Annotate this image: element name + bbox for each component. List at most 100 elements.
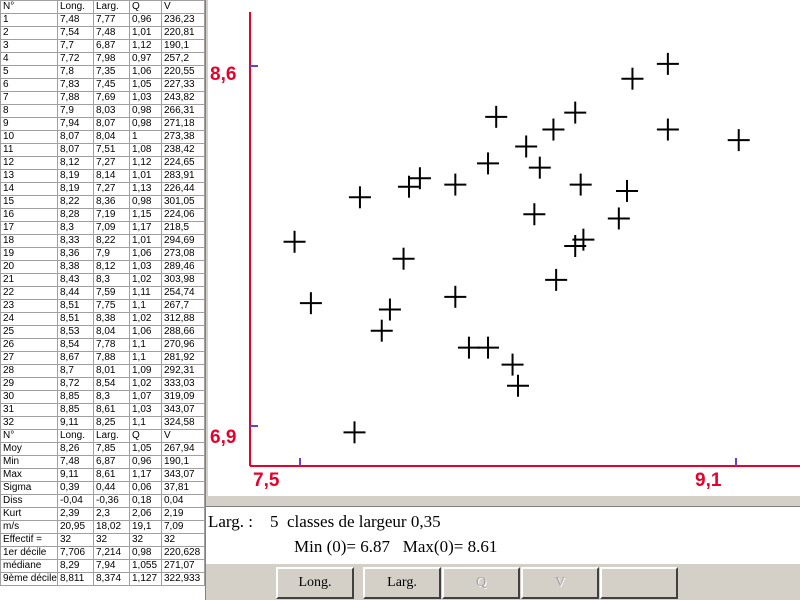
table-cell[interactable]: 20,95 xyxy=(57,520,94,534)
table-cell[interactable]: 1,08 xyxy=(129,143,162,157)
table-cell[interactable]: 220,81 xyxy=(161,26,205,40)
table-cell[interactable]: 8,29 xyxy=(57,559,94,573)
table-cell[interactable]: 0,44 xyxy=(93,481,130,495)
table-cell[interactable]: 24 xyxy=(0,312,58,326)
table-cell[interactable]: 8,38 xyxy=(93,312,130,326)
table-cell[interactable]: 1,05 xyxy=(129,442,162,456)
table-cell[interactable]: 6,87 xyxy=(93,39,130,53)
table-cell[interactable]: V xyxy=(161,429,205,443)
table-cell[interactable]: -0,04 xyxy=(57,494,94,508)
table-cell[interactable]: 1,17 xyxy=(129,468,162,482)
table-row[interactable]: 24 8,51 8,38 1,02 312,88 xyxy=(0,312,205,326)
table-cell[interactable]: 343,07 xyxy=(161,468,205,482)
table-cell[interactable]: 23 xyxy=(0,299,58,313)
table-cell[interactable]: 31 xyxy=(0,403,58,417)
table-cell[interactable]: 267,7 xyxy=(161,299,205,313)
table-cell[interactable]: 1,09 xyxy=(129,364,162,378)
table-cell[interactable]: médiane xyxy=(0,559,58,573)
table-cell[interactable]: 1,05 xyxy=(129,78,162,92)
table-row[interactable]: 16 8,28 7,19 1,15 224,06 xyxy=(0,208,205,222)
table-cell[interactable]: m/s xyxy=(0,520,58,534)
table-cell[interactable]: 10 xyxy=(0,130,58,144)
table-cell[interactable]: 7,19 xyxy=(93,208,130,222)
table-cell[interactable]: Q xyxy=(129,0,162,14)
table-cell[interactable]: Max xyxy=(0,468,58,482)
table-cell[interactable]: 8,53 xyxy=(57,325,94,339)
table-cell[interactable]: 288,66 xyxy=(161,325,205,339)
table-cell[interactable]: 7,8 xyxy=(57,65,94,79)
table-row[interactable]: 6 7,83 7,45 1,05 227,33 xyxy=(0,78,205,92)
table-cell[interactable]: 301,05 xyxy=(161,195,205,209)
table-cell[interactable]: 238,42 xyxy=(161,143,205,157)
table-cell[interactable]: 32 xyxy=(0,416,58,430)
table-cell[interactable]: 8,3 xyxy=(93,390,130,404)
table-cell[interactable]: 8,374 xyxy=(93,572,130,586)
table-cell[interactable]: Kurt xyxy=(0,507,58,521)
table-cell[interactable]: 9,11 xyxy=(57,468,94,482)
table-cell[interactable]: 7,706 xyxy=(57,546,94,560)
table-cell[interactable]: 6,87 xyxy=(93,455,130,469)
table-cell[interactable]: 8,54 xyxy=(93,377,130,391)
table-cell[interactable]: 8,03 xyxy=(93,104,130,118)
table-cell[interactable]: 266,31 xyxy=(161,104,205,118)
table-cell[interactable]: Q xyxy=(129,429,162,443)
table-cell[interactable]: -0,36 xyxy=(93,494,130,508)
table-cell[interactable]: V xyxy=(161,0,205,14)
table-cell[interactable]: 1,01 xyxy=(129,26,162,40)
table-cell[interactable]: 21 xyxy=(0,273,58,287)
table-row[interactable]: 30 8,85 8,3 1,07 319,09 xyxy=(0,390,205,404)
table-cell[interactable]: 22 xyxy=(0,286,58,300)
table-cell[interactable]: 1,01 xyxy=(129,169,162,183)
table-row[interactable]: 18 8,33 8,22 1,01 294,69 xyxy=(0,234,205,248)
table-cell[interactable]: 9 xyxy=(0,117,58,131)
table-cell[interactable]: 1,12 xyxy=(129,39,162,53)
table-row[interactable]: 26 8,54 7,78 1,1 270,96 xyxy=(0,338,205,352)
table-cell[interactable]: 8,3 xyxy=(93,273,130,287)
table-row[interactable]: 25 8,53 8,04 1,06 288,66 xyxy=(0,325,205,339)
table-cell[interactable]: 8,12 xyxy=(57,156,94,170)
table-cell[interactable]: Larg. xyxy=(93,0,130,14)
table-cell[interactable]: 7,9 xyxy=(93,247,130,261)
table-cell[interactable]: 224,65 xyxy=(161,156,205,170)
table-cell[interactable]: 271,07 xyxy=(161,559,205,573)
table-cell[interactable]: 7,88 xyxy=(57,91,94,105)
table-cell[interactable]: 1,02 xyxy=(129,273,162,287)
table-cell[interactable]: 8,67 xyxy=(57,351,94,365)
table-cell[interactable]: 25 xyxy=(0,325,58,339)
table-cell[interactable]: 7,48 xyxy=(57,455,94,469)
table-row[interactable]: 10 8,07 8,04 1 273,38 xyxy=(0,130,205,144)
table-cell[interactable]: 7,51 xyxy=(93,143,130,157)
table-cell[interactable]: 8,38 xyxy=(57,260,94,274)
table-cell[interactable]: 8,72 xyxy=(57,377,94,391)
table-cell[interactable]: 7,45 xyxy=(93,78,130,92)
table-cell[interactable]: Sigma xyxy=(0,481,58,495)
table-cell[interactable]: 1,17 xyxy=(129,221,162,235)
table-cell[interactable]: 7,54 xyxy=(57,26,94,40)
table-row[interactable]: 8 7,9 8,03 0,98 266,31 xyxy=(0,104,205,118)
q-button[interactable]: Q xyxy=(442,567,520,599)
table-cell[interactable]: 1,03 xyxy=(129,260,162,274)
table-cell[interactable]: 6 xyxy=(0,78,58,92)
table-cell[interactable]: 1,02 xyxy=(129,377,162,391)
table-cell[interactable]: 7,75 xyxy=(93,299,130,313)
table-cell[interactable]: 4 xyxy=(0,52,58,66)
table-cell[interactable]: 7,69 xyxy=(93,91,130,105)
table-cell[interactable]: 18 xyxy=(0,234,58,248)
table-row[interactable]: 4 7,72 7,98 0,97 257,2 xyxy=(0,52,205,66)
table-cell[interactable]: 8,51 xyxy=(57,299,94,313)
table-cell[interactable]: 236,23 xyxy=(161,13,205,27)
table-row[interactable]: 27 8,67 7,88 1,1 281,92 xyxy=(0,351,205,365)
table-row[interactable]: 2 7,54 7,48 1,01 220,81 xyxy=(0,26,205,40)
table-cell[interactable]: 7,85 xyxy=(93,442,130,456)
table-row[interactable]: 1 7,48 7,77 0,96 236,23 xyxy=(0,13,205,27)
table-cell[interactable]: 8,7 xyxy=(57,364,94,378)
table-cell[interactable]: 7,94 xyxy=(93,559,130,573)
table-cell[interactable]: 322,933 xyxy=(161,572,205,586)
table-cell[interactable]: 257,2 xyxy=(161,52,205,66)
table-cell[interactable]: 9ème décile xyxy=(0,572,58,586)
table-cell[interactable]: 0,98 xyxy=(129,104,162,118)
table-cell[interactable]: 1,03 xyxy=(129,403,162,417)
stats-row[interactable]: Moy 8,26 7,85 1,05 267,94 xyxy=(0,442,205,456)
table-row[interactable]: 15 8,22 8,36 0,98 301,05 xyxy=(0,195,205,209)
table-row[interactable]: 19 8,36 7,9 1,06 273,08 xyxy=(0,247,205,261)
